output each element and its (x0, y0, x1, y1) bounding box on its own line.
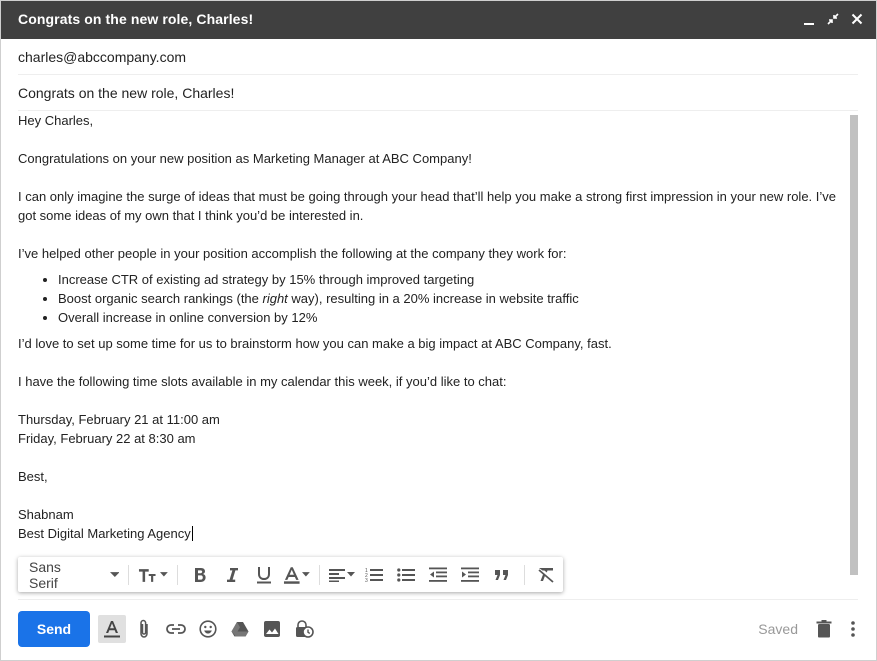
paperclip-icon (140, 619, 148, 638)
body-paragraph-5: I have the following time slots availabl… (18, 374, 507, 389)
quote-button[interactable] (489, 562, 515, 588)
more-options-button[interactable] (846, 615, 860, 643)
font-size-button[interactable] (138, 562, 168, 588)
body-paragraph-4: I’d love to set up some time for us to b… (18, 336, 612, 351)
body-greeting: Hey Charles, (18, 113, 94, 128)
font-select-value: Sans Serif (29, 558, 61, 591)
indent-more-button[interactable] (457, 562, 483, 588)
photo-icon (264, 621, 280, 637)
list-item: Overall increase in online conversion by… (58, 308, 846, 327)
more-vert-icon (851, 621, 855, 637)
indent-less-icon (429, 567, 448, 582)
bulleted-list-icon (397, 567, 416, 582)
insert-photo-button[interactable] (258, 615, 286, 643)
list-item: Boost organic search rankings (the right… (58, 289, 846, 308)
indent-more-icon (461, 567, 480, 582)
body-paragraph-2a: I can only imagine the surge of ideas th… (18, 189, 837, 204)
footer-tools (98, 615, 318, 643)
bold-button[interactable] (187, 562, 213, 588)
italic-button[interactable] (219, 562, 245, 588)
drive-icon (231, 622, 249, 637)
italic-icon (226, 567, 238, 582)
compose-titlebar[interactable]: Congrats on the new role, Charles! (1, 1, 876, 39)
compose-footer: Send Saved (18, 611, 860, 647)
confidential-mode-button[interactable] (290, 615, 318, 643)
bullet2-emphasis: right (262, 291, 288, 306)
font-select[interactable]: Sans Serif (29, 558, 120, 591)
text-cursor (191, 526, 193, 541)
insert-link-button[interactable] (162, 615, 190, 643)
signature-name: Shabnam (18, 507, 74, 522)
compose-window: Congrats on the new role, Charles! charl… (0, 0, 877, 661)
remove-formatting-button[interactable] (534, 562, 560, 588)
chevron-down-icon (159, 572, 168, 577)
window-controls (802, 11, 864, 27)
text-color-icon (283, 566, 300, 584)
text-format-icon (104, 621, 120, 638)
underline-button[interactable] (251, 562, 277, 588)
achievements-list: Increase CTR of existing ad strategy by … (58, 270, 846, 327)
minimize-icon[interactable] (802, 11, 816, 27)
exit-fullscreen-icon[interactable] (826, 11, 840, 27)
svg-text:3: 3 (365, 578, 368, 583)
numbered-list-icon: 123 (365, 568, 384, 583)
text-size-icon (139, 568, 156, 582)
discard-draft-button[interactable] (812, 615, 836, 643)
formatting-toolbar: Sans Serif 123 (18, 557, 563, 592)
emoji-icon (199, 620, 217, 638)
time-slot-2: Friday, February 22 at 8:30 am (18, 431, 196, 446)
align-left-icon (329, 568, 346, 582)
chevron-down-icon (302, 572, 311, 577)
insert-emoji-button[interactable] (194, 615, 222, 643)
list-item: Increase CTR of existing ad strategy by … (58, 270, 846, 289)
indent-less-button[interactable] (425, 562, 451, 588)
link-icon (166, 624, 186, 634)
quote-icon (495, 569, 509, 580)
trash-icon (816, 620, 832, 638)
numbered-list-button[interactable]: 123 (361, 562, 387, 588)
footer-right: Saved (758, 615, 860, 643)
text-color-button[interactable] (283, 562, 311, 588)
chevron-down-icon (347, 572, 356, 577)
body-signoff: Best, (18, 469, 48, 484)
align-button[interactable] (329, 562, 356, 588)
chevron-down-icon (109, 571, 120, 577)
signature-company: Best Digital Marketing Agency (18, 526, 193, 541)
underline-icon (256, 566, 271, 583)
scrollbar[interactable] (850, 115, 858, 575)
attach-button[interactable] (130, 615, 158, 643)
insert-drive-button[interactable] (226, 615, 254, 643)
to-field[interactable]: charles@abccompany.com (18, 39, 858, 75)
bullet2-post: way), resulting in a 20% increase in web… (287, 291, 579, 306)
lock-clock-icon (296, 620, 314, 638)
remove-formatting-icon (538, 567, 554, 583)
saved-status: Saved (758, 621, 798, 637)
body-paragraph-1: Congratulations on your new position as … (18, 151, 472, 166)
bullet2-pre: Boost organic search rankings (the (58, 291, 263, 306)
close-icon[interactable] (850, 11, 864, 27)
formatting-options-button[interactable] (98, 615, 126, 643)
message-body[interactable]: Hey Charles, Congratulations on your new… (18, 111, 846, 566)
subject-field[interactable]: Congrats on the new role, Charles! (18, 75, 858, 111)
bold-icon (194, 567, 206, 582)
body-paragraph-3: I’ve helped other people in your positio… (18, 246, 567, 261)
bulleted-list-button[interactable] (393, 562, 419, 588)
send-button[interactable]: Send (18, 611, 90, 647)
time-slot-1: Thursday, February 21 at 11:00 am (18, 412, 220, 427)
body-paragraph-2b: got some ideas of my own that I think yo… (18, 208, 364, 223)
compose-title: Congrats on the new role, Charles! (18, 11, 254, 27)
